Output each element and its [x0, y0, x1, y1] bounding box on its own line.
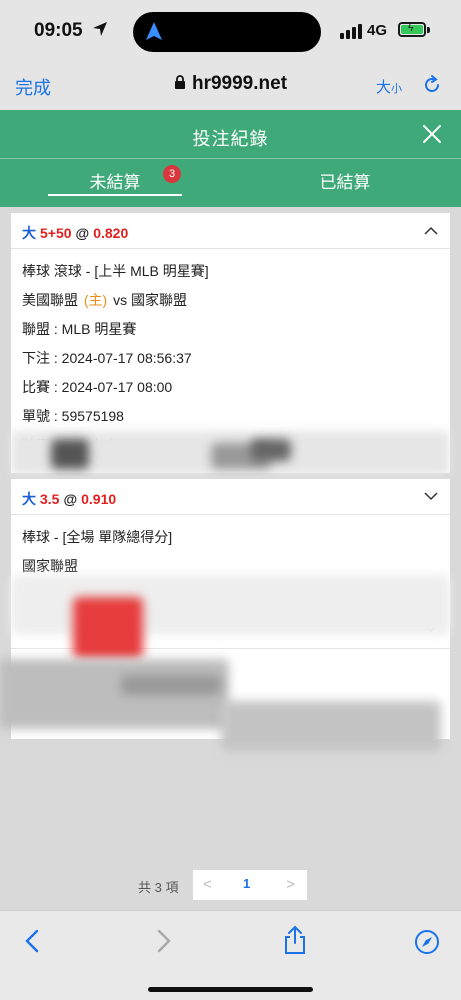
bet-at: @ — [63, 491, 78, 507]
prev-page-button[interactable]: < — [203, 876, 212, 893]
bet-sport: 棒球 滾球 - [上半 MLB 明星賽] — [22, 263, 209, 279]
text-size-small: 小 — [391, 83, 403, 95]
chevron-up-icon[interactable] — [424, 226, 438, 235]
text-size-button[interactable]: 大小 — [376, 76, 402, 97]
chevron-down-icon[interactable] — [424, 492, 438, 501]
bet-at: @ — [75, 225, 90, 241]
modal-header: 投注紀錄 未結算 3 已結算 — [0, 110, 461, 207]
home-indicator — [148, 987, 313, 992]
next-page-button[interactable]: > — [286, 876, 295, 893]
bet-league: 聯盟 : MLB 明星賽 — [22, 321, 137, 337]
vs-label: vs — [113, 292, 128, 308]
pagination: 共 3 項 < 1 > — [0, 870, 461, 900]
bet-time: 下注 : 2024-07-17 08:56:37 — [22, 350, 192, 366]
tab-unsettled[interactable]: 未結算 — [48, 168, 182, 193]
team-away: 國家聯盟 — [131, 292, 187, 308]
match-time: 比賽 : 2024-07-17 08:00 — [22, 379, 173, 395]
bet-pick: 大 — [22, 225, 36, 241]
url-text: hr9999.net — [191, 73, 288, 94]
clock: 09:05 — [34, 20, 83, 41]
bet-odds: 0.820 — [93, 225, 129, 241]
status-bar: 09:05 4G ϟ — [0, 0, 461, 62]
redaction-smudge — [251, 439, 291, 461]
header-divider — [0, 158, 461, 159]
share-icon[interactable] — [283, 925, 307, 955]
redaction-smudge — [221, 701, 441, 751]
bet-line: 5+50 — [40, 225, 72, 241]
close-icon[interactable] — [420, 122, 444, 146]
compass-icon[interactable] — [414, 929, 440, 955]
lock-icon — [174, 75, 185, 89]
bet-card: 大 3.5 @0.910 棒球 - [全場 單隊總得分] 國家聯盟 — [0, 479, 450, 751]
bet-card: 大 5+50 @0.820 棒球 滾球 - [上半 MLB 明星賽] 美國聯盟 (主… — [11, 213, 450, 475]
bet-teams: 美國聯盟 (主) vs 國家聯盟 — [11, 286, 450, 315]
redaction-smudge — [73, 597, 143, 659]
total-count: 共 3 項 — [138, 880, 179, 895]
reload-icon[interactable] — [421, 74, 443, 96]
bet-pick: 大 — [22, 491, 36, 507]
home-tag: (主) — [83, 292, 108, 308]
page-title: 投注紀錄 — [192, 129, 269, 149]
bet-odds: 0.910 — [81, 491, 117, 507]
browser-address-bar: 完成 hr9999.net 大小 — [0, 62, 461, 110]
current-page[interactable]: 1 — [243, 876, 250, 891]
dynamic-island — [133, 12, 321, 52]
text-size-big: 大 — [376, 79, 392, 96]
redaction-smudge — [51, 439, 89, 469]
navigation-arrow-icon — [146, 22, 162, 40]
bet-card-header[interactable]: 大 5+50 @0.820 — [11, 213, 450, 249]
network-type: 4G — [367, 22, 388, 39]
location-arrow-icon — [93, 22, 107, 36]
pager: < 1 > — [193, 870, 307, 900]
tab-settled[interactable]: 已結算 — [280, 168, 410, 193]
ticket-number: 單號 : 59575198 — [22, 408, 124, 424]
active-tab-indicator — [48, 194, 182, 196]
browser-toolbar — [0, 910, 461, 1000]
battery-icon: ϟ — [398, 22, 426, 37]
cellular-signal-icon — [340, 24, 362, 39]
battery-tip — [427, 27, 430, 33]
bet-line: 3.5 — [40, 491, 60, 507]
team-home: 美國聯盟 — [22, 292, 78, 308]
back-icon[interactable] — [24, 929, 40, 953]
unsettled-count-badge: 3 — [163, 165, 181, 183]
bet-card-header[interactable]: 大 3.5 @0.910 — [11, 479, 450, 515]
forward-icon[interactable] — [156, 929, 172, 953]
redaction-smudge — [121, 675, 221, 695]
bet-sport: 棒球 - [全場 單隊總得分] — [22, 529, 173, 545]
